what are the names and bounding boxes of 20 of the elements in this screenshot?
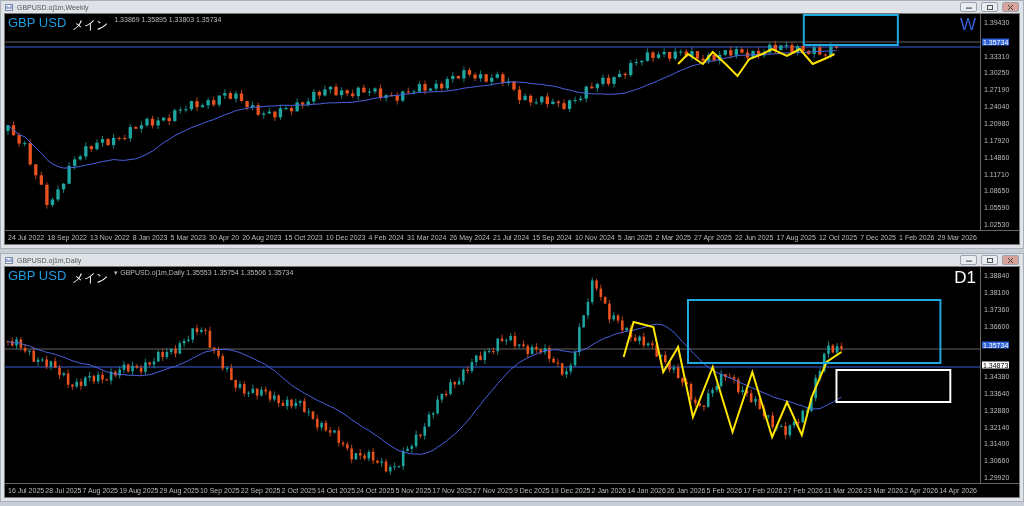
maximize-button[interactable] [981, 255, 998, 265]
symbol-label: GBP USD [8, 16, 67, 29]
minimize-icon [965, 5, 972, 9]
maximize-button[interactable] [981, 2, 998, 12]
minimize-icon [965, 258, 972, 262]
symbol-label: GBP USD [8, 269, 67, 282]
timeframe-label: D1 [954, 269, 976, 286]
maximize-icon [986, 4, 993, 10]
close-button[interactable] [1002, 2, 1019, 12]
minimize-button[interactable] [960, 255, 977, 265]
close-icon [1008, 4, 1013, 10]
chart-label: メイン [72, 19, 109, 31]
maximize-icon [986, 257, 993, 263]
chart-label: メイン [72, 272, 109, 284]
minimize-button[interactable] [960, 2, 977, 12]
close-icon [1008, 257, 1013, 263]
close-button[interactable] [1002, 255, 1019, 265]
chart-icon [5, 256, 13, 264]
timeframe-label: W [959, 16, 976, 33]
chart-icon [5, 3, 13, 11]
